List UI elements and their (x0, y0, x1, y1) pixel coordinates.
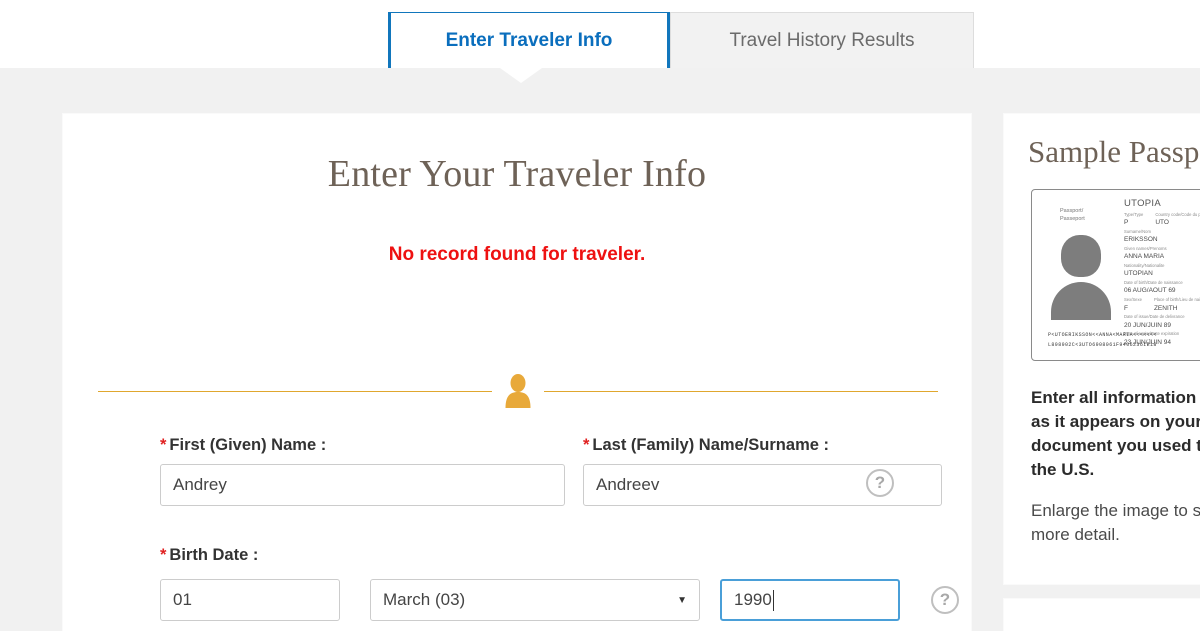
passport-value-country-code: UTO (1155, 219, 1169, 227)
birth-month-value: March (03) (383, 590, 466, 609)
passport-value-type: P (1124, 219, 1129, 227)
passport-mrz-line-2: L898902C<3UTO6908061F9406236IE18 (1048, 341, 1157, 348)
birth-year-value: 1990 (734, 590, 772, 609)
passport-photo-label: Passport/Passeport (1060, 208, 1085, 222)
last-name-label: * Last (Family) Name/Surname : (583, 436, 943, 455)
last-name-group: * Last (Family) Name/Surname : Andreev (583, 436, 943, 506)
tab-enter-traveler-info[interactable]: Enter Traveler Info (388, 12, 670, 68)
passport-mrz-line-1: P<UTOERIKSSON<<ANNA<MARIA<<<<<<< (1048, 332, 1157, 338)
last-name-help-icon[interactable]: ? (866, 469, 894, 497)
traveler-info-card: Enter Your Traveler Info No record found… (62, 113, 972, 631)
tab-strip: Enter Traveler Info Travel History Resul… (0, 0, 1200, 68)
sample-passport-card: Sample Passport Passport/Passeport UTOPI… (1003, 113, 1200, 585)
section-divider (98, 366, 938, 416)
birth-month-group: March (03) ▼ (370, 579, 700, 621)
last-name-required-marker: * (583, 436, 590, 454)
text-cursor (772, 589, 774, 611)
last-name-value: Andreev (596, 475, 660, 494)
birth-day-input[interactable]: 01 (160, 579, 340, 621)
passport-value-given-names: ANNA MARIA (1124, 253, 1165, 261)
tab-travel-history-results-label: Travel History Results (729, 29, 915, 51)
birth-year-group: 1990 (720, 579, 900, 621)
passport-row-sex: Sex/Sexe F Place of birth/Lieu de naissa… (1124, 297, 1200, 314)
passport-value-date-of-birth: 06 AUG/AOUT 69 (1124, 287, 1176, 295)
first-name-value: Andrey (173, 475, 227, 494)
passport-mrz: P<UTOERIKSSON<<ANNA<MARIA<<<<<<< L898902… (1048, 331, 1157, 350)
sidebar-instruction-note: Enter all information exactly as it appe… (1031, 388, 1200, 480)
birth-month-select[interactable]: March (03) ▼ (370, 579, 700, 621)
passport-photo-head (1061, 235, 1101, 277)
passport-fields: UTOPIA Type/Type P Country code/Code du … (1124, 198, 1200, 348)
passport-value-surname: ERIKSSON (1124, 236, 1158, 244)
tab-enter-traveler-info-label: Enter Traveler Info (445, 29, 613, 51)
passport-value-place-of-birth: ZENITH (1153, 304, 1178, 312)
sidebar-secondary-card (1003, 598, 1200, 631)
tab-travel-history-results[interactable]: Travel History Results (670, 12, 974, 68)
last-name-help-glyph: ? (874, 473, 886, 492)
page-title: Enter Your Traveler Info (327, 153, 707, 195)
first-name-required-marker: * (160, 436, 167, 454)
birth-date-label-text: Birth Date : (169, 546, 259, 564)
sidebar-enlarge-note: Enlarge the image to see more detail. (1031, 501, 1200, 545)
first-name-label-text: First (Given) Name : (169, 436, 327, 454)
first-name-label: * First (Given) Name : (160, 436, 565, 455)
active-tab-pointer (500, 68, 542, 83)
birth-date-help-icon[interactable]: ? (931, 586, 959, 614)
birth-day-group: 01 (160, 579, 340, 621)
birth-date-label: * Birth Date : (160, 546, 258, 565)
error-message: No record found for traveler. (388, 244, 646, 265)
passport-key-sex: Sex/Sexe (1124, 297, 1142, 303)
passport-photo-shoulders (1051, 282, 1111, 320)
passport-country: UTOPIA (1124, 198, 1161, 209)
divider-line-right (544, 390, 938, 392)
first-name-group: * First (Given) Name : Andrey (160, 436, 565, 506)
passport-value-date-of-issue: 20 JUN/JUIN 89 (1124, 321, 1171, 329)
first-name-input[interactable]: Andrey (160, 464, 565, 506)
traveler-info-page: Enter Traveler Info Travel History Resul… (0, 0, 1200, 631)
chevron-down-icon: ▼ (677, 594, 687, 606)
sample-passport-title: Sample Passport (1028, 134, 1200, 169)
birth-date-required-marker: * (160, 546, 167, 564)
person-icon (492, 374, 544, 408)
tab-list: Enter Traveler Info Travel History Resul… (388, 12, 974, 68)
divider-line-left (98, 390, 492, 392)
last-name-label-text: Last (Family) Name/Surname : (592, 436, 829, 454)
passport-value-sex: F (1124, 304, 1128, 312)
passport-row-type: Type/Type P Country code/Code du pays UT… (1124, 212, 1200, 229)
birth-day-value: 01 (173, 590, 192, 609)
passport-value-nationality: UTOPIAN (1124, 270, 1153, 278)
passport-sample-image[interactable]: Passport/Passeport UTOPIA Type/Type P Co… (1031, 189, 1200, 361)
birth-date-help-glyph: ? (939, 590, 951, 609)
birth-year-input[interactable]: 1990 (720, 579, 900, 621)
passport-key-place-of-birth: Place of birth/Lieu de naissance (1153, 297, 1200, 303)
